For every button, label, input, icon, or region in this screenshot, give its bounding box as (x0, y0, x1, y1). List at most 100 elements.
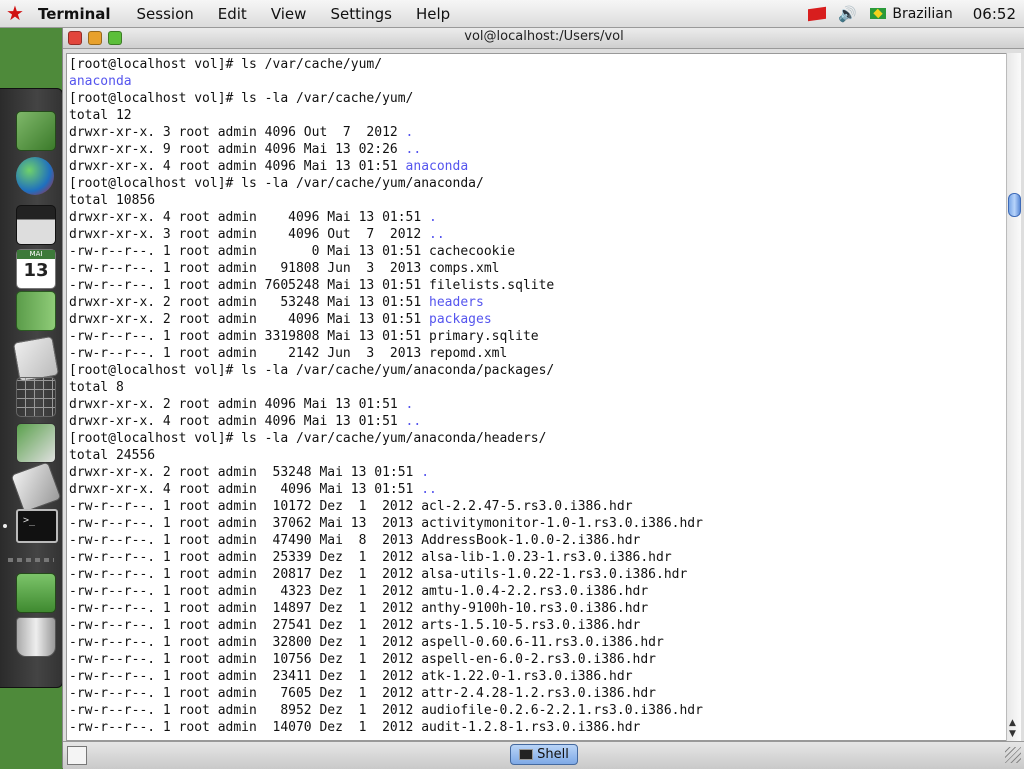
terminal-line: drwxr-xr-x. 4 root admin 4096 Mai 13 01:… (69, 158, 1007, 175)
terminal-text-segment: -rw-r--r--. 1 root admin 14897 Dez 1 201… (69, 601, 649, 616)
menu-app-name[interactable]: Terminal (38, 5, 111, 23)
resize-grip-icon[interactable] (1005, 747, 1021, 763)
terminal-text-segment: -rw-r--r--. 1 root admin 47490 Mai 8 201… (69, 533, 641, 548)
menu-edit[interactable]: Edit (218, 5, 247, 23)
window-title: vol@localhost:/Users/vol (464, 29, 624, 44)
terminal-line: -rw-r--r--. 1 root admin 2142 Jun 3 2013… (69, 345, 1007, 362)
script-editor-icon[interactable] (10, 461, 62, 513)
menu-bar: ★ Terminal Session Edit View Settings He… (0, 0, 1024, 28)
terminal-text-segment: -rw-r--r--. 1 root admin 3319808 Mai 13 … (69, 329, 539, 344)
terminal-line: -rw-r--r--. 1 root admin 37062 Mai 13 20… (69, 515, 1007, 532)
terminal-line: drwxr-xr-x. 3 root admin 4096 Out 7 2012… (69, 226, 1007, 243)
terminal-line: drwxr-xr-x. 2 root admin 4096 Mai 13 01:… (69, 396, 1007, 413)
menu-settings[interactable]: Settings (330, 5, 392, 23)
terminal-line: drwxr-xr-x. 2 root admin 53248 Mai 13 01… (69, 464, 1007, 481)
terminal-line: total 12 (69, 107, 1007, 124)
dock-separator (8, 558, 54, 562)
terminal-text-segment: -rw-r--r--. 1 root admin 8952 Dez 1 2012… (69, 703, 703, 718)
address-book-icon[interactable] (16, 291, 56, 331)
menubar-status-area: 🔊 Brazilian 06:52 (808, 0, 1024, 27)
terminal-output[interactable]: [root@localhost vol]# ls /var/cache/yum/… (66, 53, 1008, 741)
terminal-text-segment: -rw-r--r--. 1 root admin 2142 Jun 3 2013… (69, 346, 508, 361)
star-menu-icon[interactable]: ★ (6, 0, 26, 27)
calendar-icon[interactable]: MAI 13 (16, 249, 56, 289)
terminal-text-segment: total 10856 (69, 193, 156, 208)
terminal-line: drwxr-xr-x. 3 root admin 4096 Out 7 2012… (69, 124, 1007, 141)
terminal-text-segment: drwxr-xr-x. 3 root admin 4096 Out 7 2012 (69, 125, 406, 140)
terminal-text-segment: drwxr-xr-x. 4 root admin 4096 Mai 13 01:… (69, 159, 406, 174)
terminal-text-segment: drwxr-xr-x. 4 root admin 4096 Mai 13 01:… (69, 482, 422, 497)
terminal-line: -rw-r--r--. 1 root admin 14070 Dez 1 201… (69, 719, 1007, 736)
terminal-line: -rw-r--r--. 1 root admin 20817 Dez 1 201… (69, 566, 1007, 583)
directory-name: .. (405, 142, 422, 157)
vertical-scrollbar[interactable]: ▲ ▼ (1006, 53, 1021, 743)
window-titlebar[interactable]: vol@localhost:/Users/vol (63, 28, 1024, 49)
terminal-line: total 24556 (69, 447, 1007, 464)
terminal-line: -rw-r--r--. 1 root admin 7605 Dez 1 2012… (69, 685, 1007, 702)
terminal-line: [root@localhost vol]# ls -la /var/cache/… (69, 430, 1007, 447)
tab-shell-label: Shell (537, 747, 569, 762)
new-tab-button[interactable] (67, 746, 87, 765)
terminal-text-segment: [root@localhost vol]# ls -la /var/cache/… (69, 91, 414, 106)
calendar-month: MAI (17, 250, 55, 259)
terminal-text-segment: -rw-r--r--. 1 root admin 7605 Dez 1 2012… (69, 686, 656, 701)
keyboard-layout[interactable]: Brazilian (892, 6, 952, 22)
directory-name: .. (421, 482, 437, 497)
terminal-line: drwxr-xr-x. 4 root admin 4096 Mai 13 01:… (69, 481, 1007, 498)
terminal-line: -rw-r--r--. 1 root admin 10756 Dez 1 201… (69, 651, 1007, 668)
terminal-tab-icon (519, 749, 534, 760)
terminal-line: [root@localhost vol]# ls -la /var/cache/… (69, 90, 1007, 107)
directory-name: . (405, 125, 414, 140)
volume-icon[interactable]: 🔊 (838, 5, 858, 23)
directory-name: .. (429, 227, 445, 242)
terminal-text-segment: -rw-r--r--. 1 root admin 7605248 Mai 13 … (69, 278, 555, 293)
terminal-text-segment: drwxr-xr-x. 4 root admin 4096 Mai 13 01:… (69, 414, 406, 429)
directory-name: . (421, 465, 430, 480)
terminal-line: -rw-r--r--. 1 root admin 47490 Mai 8 201… (69, 532, 1007, 549)
terminal-line: total 8 (69, 379, 1007, 396)
menu-view[interactable]: View (271, 5, 307, 23)
terminal-line: [root@localhost vol]# ls -la /var/cache/… (69, 362, 1007, 379)
directory-name: anaconda (69, 74, 132, 89)
clock[interactable]: 06:52 (973, 5, 1016, 23)
terminal-line: -rw-r--r--. 1 root admin 32800 Dez 1 201… (69, 634, 1007, 651)
terminal-line: total 10856 (69, 192, 1007, 209)
terminal-line: drwxr-xr-x. 4 root admin 4096 Mai 13 01:… (69, 209, 1007, 226)
directory-name: . (405, 397, 414, 412)
tab-shell[interactable]: Shell (510, 744, 578, 765)
terminal-text-segment: total 12 (69, 108, 132, 123)
terminal-line: [root@localhost vol]# ls -la /var/cache/… (69, 175, 1007, 192)
video-player-icon[interactable] (16, 205, 56, 245)
directory-name: anaconda (405, 159, 469, 174)
terminal-text-segment: total 24556 (69, 448, 156, 463)
notification-flag-icon[interactable] (808, 6, 827, 21)
text-editor-icon[interactable] (12, 335, 60, 383)
dock: MAI 13 (0, 88, 63, 688)
brazil-flag-icon[interactable] (870, 8, 887, 19)
terminal-text-segment: -rw-r--r--. 1 root admin 4323 Dez 1 2012… (69, 584, 649, 599)
terminal-line: -rw-r--r--. 1 root admin 14897 Dez 1 201… (69, 600, 1007, 617)
terminal-text-segment: drwxr-xr-x. 2 root admin 53248 Mai 13 01… (69, 295, 430, 310)
scroll-up-arrow-icon[interactable]: ▲ (1009, 718, 1016, 728)
calculator-icon[interactable] (16, 377, 56, 417)
terminal-text-segment: drwxr-xr-x. 9 root admin 4096 Mai 13 02:… (69, 142, 406, 157)
terminal-text-segment: drwxr-xr-x. 2 root admin 53248 Mai 13 01… (69, 465, 422, 480)
photo-viewer-icon[interactable] (16, 111, 56, 151)
terminal-text-segment: -rw-r--r--. 1 root admin 91808 Jun 3 201… (69, 261, 500, 276)
scroll-down-arrow-icon[interactable]: ▼ (1009, 729, 1016, 739)
system-settings-icon[interactable] (16, 423, 56, 463)
downloads-icon[interactable] (16, 573, 56, 613)
terminal-icon[interactable] (16, 509, 58, 543)
terminal-text-segment: drwxr-xr-x. 2 root admin 4096 Mai 13 01:… (69, 312, 430, 327)
terminal-text: [root@localhost vol]# ls /var/cache/yum/… (67, 54, 1007, 736)
menu-help[interactable]: Help (416, 5, 450, 23)
terminal-line: -rw-r--r--. 1 root admin 91808 Jun 3 201… (69, 260, 1007, 277)
trash-icon[interactable] (16, 617, 56, 657)
terminal-line: -rw-r--r--. 1 root admin 10172 Dez 1 201… (69, 498, 1007, 515)
web-browser-icon[interactable] (16, 157, 54, 195)
menu-session[interactable]: Session (137, 5, 194, 23)
terminal-line: [root@localhost vol]# ls /var/cache/yum/ (69, 56, 1007, 73)
terminal-text-segment: drwxr-xr-x. 4 root admin 4096 Mai 13 01:… (69, 210, 430, 225)
tab-bar: Shell (63, 741, 1024, 769)
scrollbar-thumb[interactable] (1008, 193, 1021, 217)
